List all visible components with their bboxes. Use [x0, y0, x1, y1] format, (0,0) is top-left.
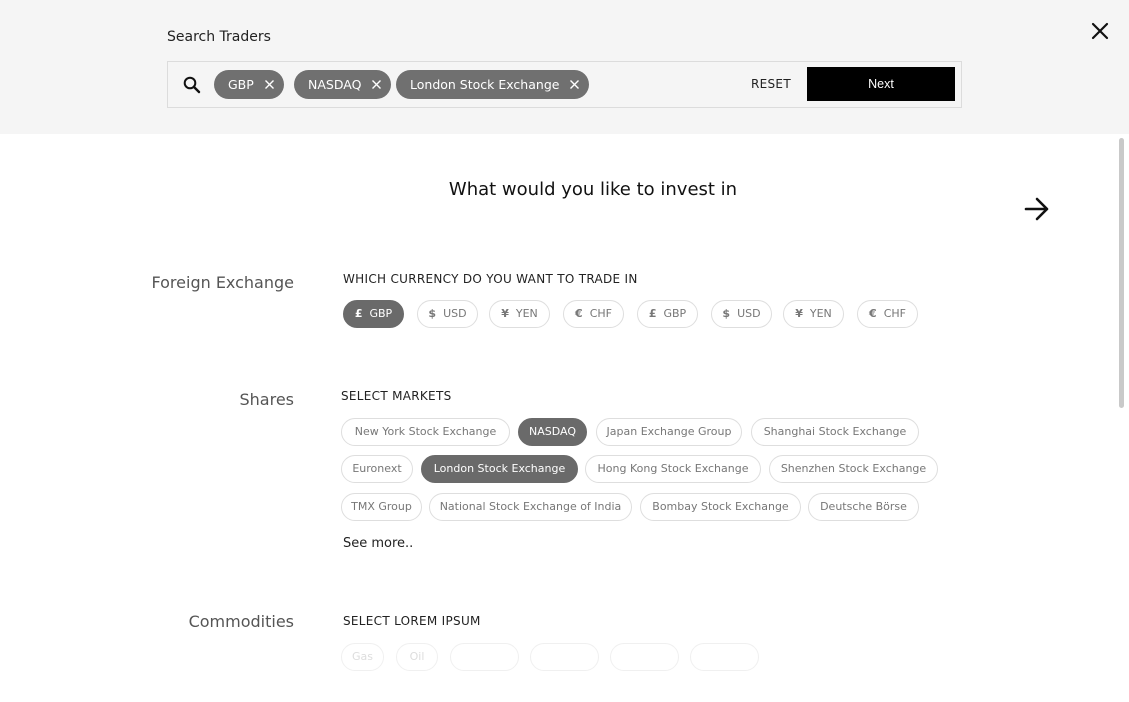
arrow-right-icon[interactable]: [1022, 194, 1052, 224]
market-option[interactable]: Hong Kong Stock Exchange: [585, 455, 761, 483]
currency-option-yen[interactable]: ¥ YEN: [783, 300, 844, 328]
currency-label: GBP: [369, 307, 393, 320]
section-label-foreign-exchange: Foreign Exchange: [151, 273, 295, 292]
search-title: Search Traders: [167, 29, 271, 45]
market-option[interactable]: National Stock Exchange of India: [429, 493, 632, 521]
market-option[interactable]: Euronext: [341, 455, 413, 483]
currency-label: YEN: [515, 307, 538, 320]
reset-button[interactable]: RESET: [751, 77, 791, 91]
currency-option-chf[interactable]: € CHF: [857, 300, 918, 328]
currency-label: CHF: [883, 307, 906, 320]
close-icon[interactable]: [1088, 19, 1112, 43]
market-option[interactable]: Japan Exchange Group: [596, 418, 742, 446]
pound-icon: £: [648, 307, 657, 320]
currency-option-gbp[interactable]: £ GBP: [343, 300, 404, 328]
commodity-option[interactable]: Gas: [341, 643, 384, 671]
next-button[interactable]: Next: [807, 67, 955, 101]
search-icon: [183, 76, 201, 94]
chip-label: GBP: [228, 77, 254, 92]
chip-label: NASDAQ: [308, 77, 362, 92]
remove-chip-icon[interactable]: [264, 79, 275, 90]
see-more-link[interactable]: See more..: [343, 536, 413, 551]
currency-label: GBP: [663, 307, 687, 320]
commodity-option[interactable]: [530, 643, 599, 671]
filter-chip-gbp: GBP: [214, 70, 284, 99]
search-bar[interactable]: GBP NASDAQ London Stock Exchange RESET N…: [167, 61, 962, 108]
dollar-icon: $: [722, 307, 731, 320]
market-option[interactable]: Shenzhen Stock Exchange: [769, 455, 938, 483]
currency-label: CHF: [589, 307, 612, 320]
commodity-option[interactable]: Oil: [396, 643, 438, 671]
market-option[interactable]: TMX Group: [341, 493, 422, 521]
section-subtitle-forex: WHICH CURRENCY DO YOU WANT TO TRADE IN: [343, 272, 638, 286]
filter-chip-nasdaq: NASDAQ: [294, 70, 392, 99]
currency-option-usd[interactable]: $ USD: [417, 300, 478, 328]
commodity-option[interactable]: [690, 643, 759, 671]
market-option[interactable]: London Stock Exchange: [421, 455, 578, 483]
section-subtitle-shares: SELECT MARKETS: [341, 389, 452, 403]
market-option[interactable]: Shanghai Stock Exchange: [751, 418, 919, 446]
euro-icon: €: [869, 307, 877, 320]
market-option[interactable]: NASDAQ: [518, 418, 587, 446]
currency-label: YEN: [809, 307, 832, 320]
remove-chip-icon[interactable]: [371, 79, 382, 90]
yen-icon: ¥: [501, 307, 509, 320]
yen-icon: ¥: [795, 307, 803, 320]
filter-chip-london-stock-exchange: London Stock Exchange: [396, 70, 590, 99]
market-option[interactable]: Deutsche Börse: [808, 493, 919, 521]
currency-option-gbp[interactable]: £ GBP: [637, 300, 698, 328]
section-label-shares: Shares: [239, 390, 294, 409]
chip-label: London Stock Exchange: [410, 77, 560, 92]
section-label-commodities: Commodities: [188, 612, 294, 631]
section-subtitle-commodities: SELECT LOREM IPSUM: [343, 614, 481, 628]
currency-label: USD: [443, 307, 467, 320]
page-title: What would you like to invest in: [448, 179, 738, 200]
search-header: Search Traders GBP NASDAQ London Stock E…: [0, 0, 1129, 134]
market-option[interactable]: Bombay Stock Exchange: [640, 493, 801, 521]
commodity-option[interactable]: [450, 643, 519, 671]
currency-option-yen[interactable]: ¥ YEN: [489, 300, 550, 328]
remove-chip-icon[interactable]: [569, 79, 580, 90]
currency-option-chf[interactable]: € CHF: [563, 300, 624, 328]
currency-option-usd[interactable]: $ USD: [711, 300, 772, 328]
market-option[interactable]: New York Stock Exchange: [341, 418, 510, 446]
pound-icon: £: [354, 307, 363, 320]
currency-label: USD: [737, 307, 761, 320]
commodity-option[interactable]: [610, 643, 679, 671]
dollar-icon: $: [428, 307, 437, 320]
euro-icon: €: [575, 307, 583, 320]
